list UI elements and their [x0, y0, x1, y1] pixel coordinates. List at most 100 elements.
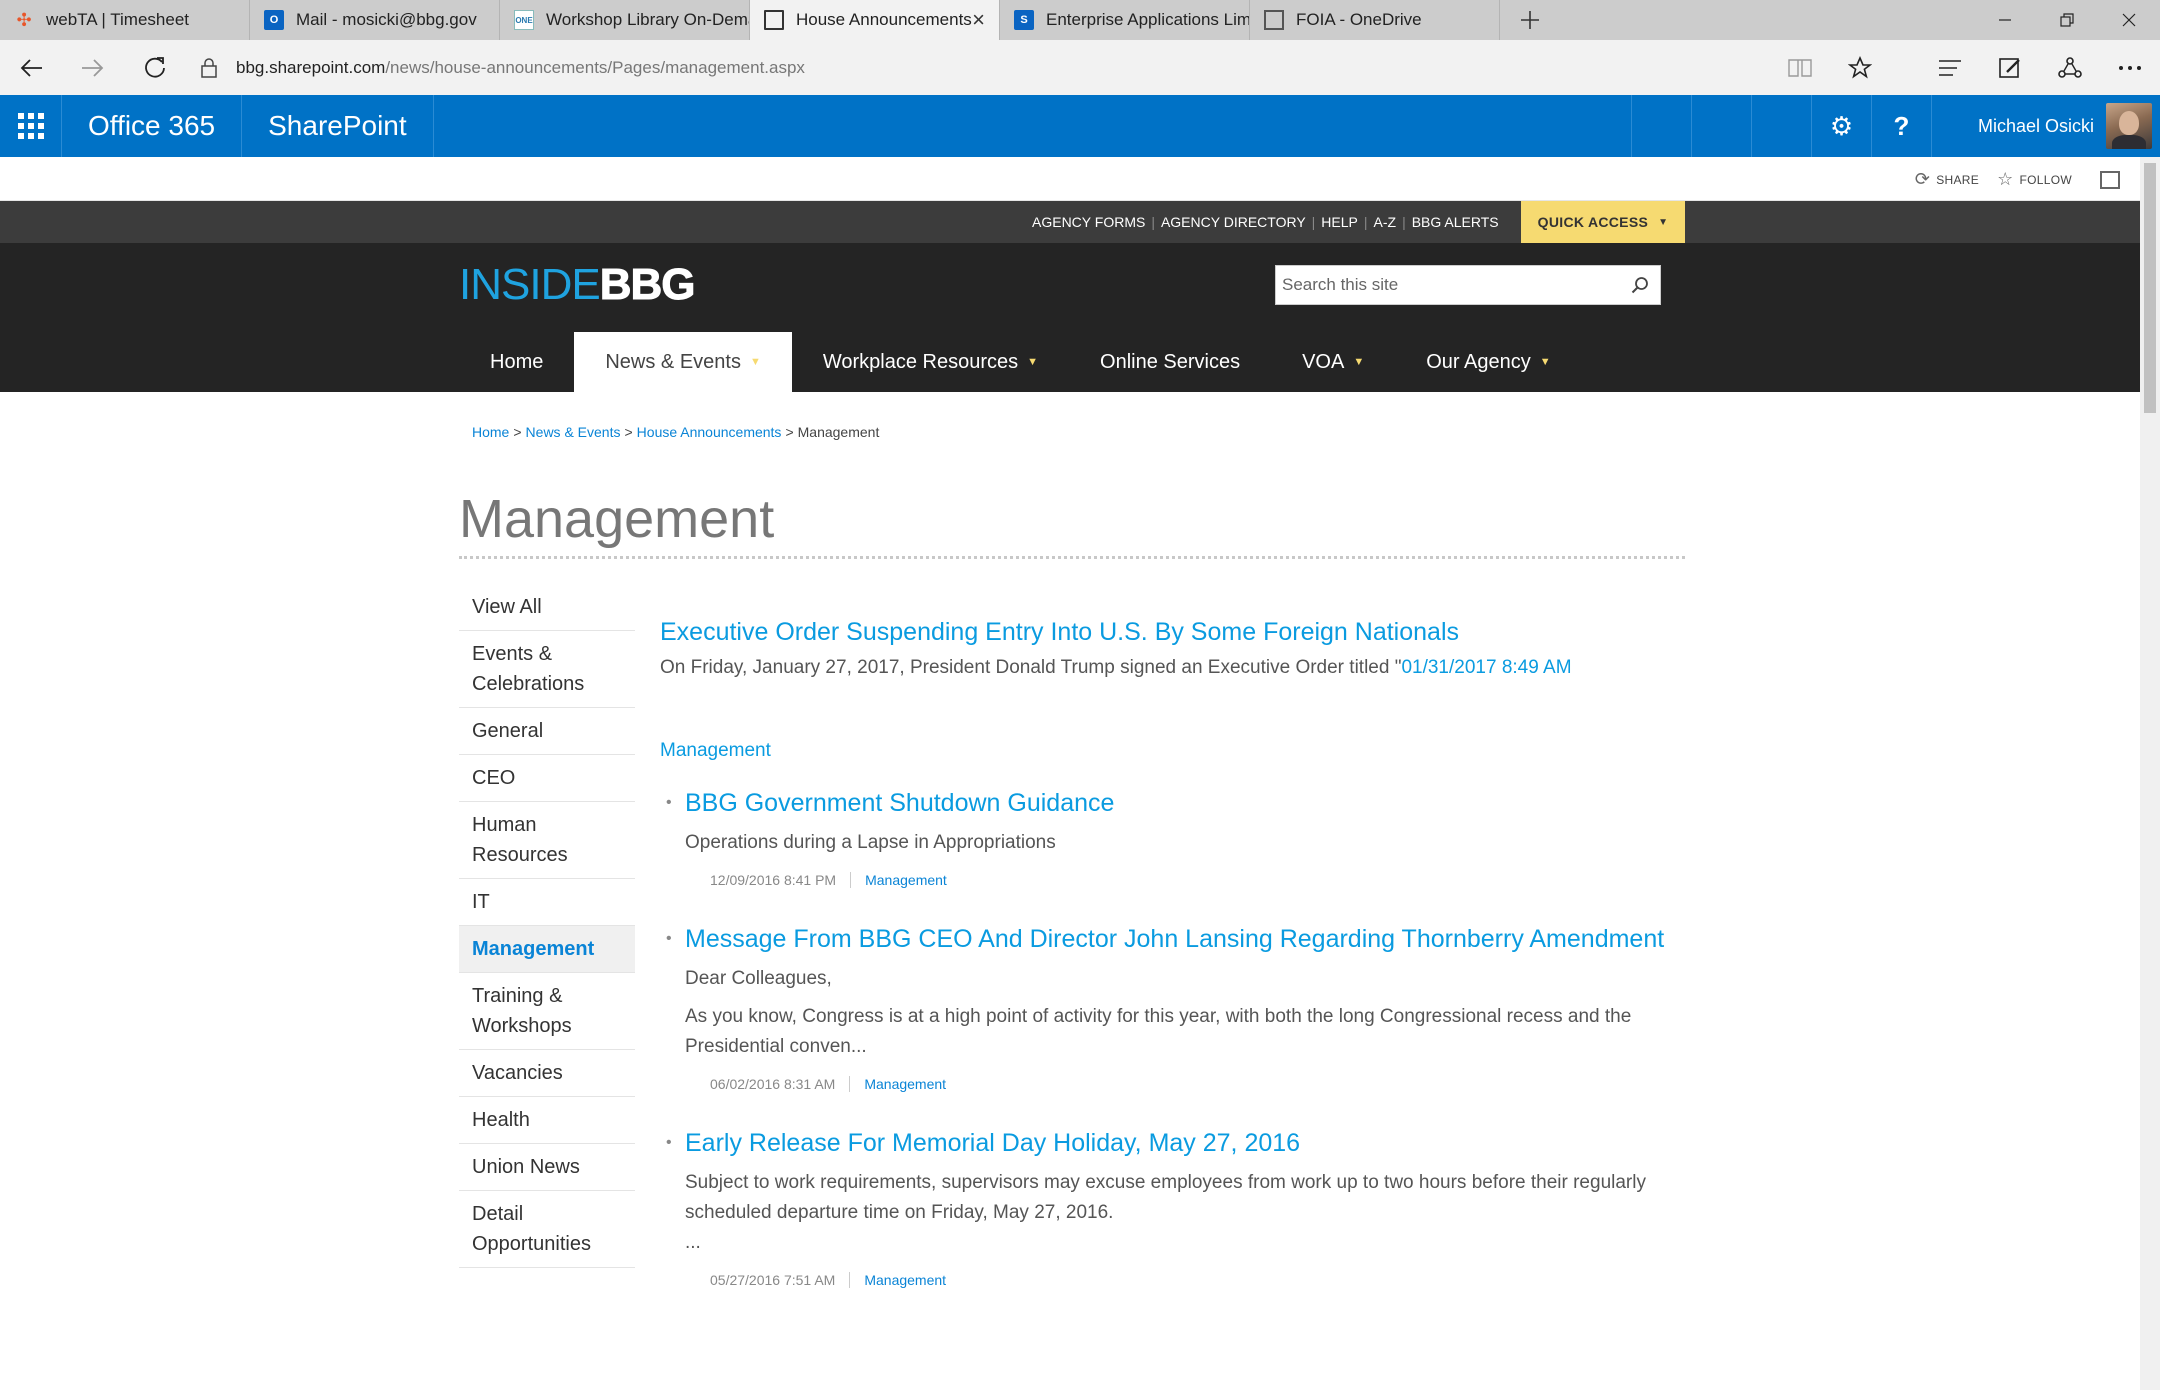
category-training-workshops[interactable]: Training & Workshops [459, 973, 635, 1050]
lock-icon[interactable] [186, 40, 232, 95]
settings-button[interactable]: ⚙ [1810, 95, 1871, 157]
user-menu[interactable]: Michael Osicki [1930, 95, 2160, 157]
hub-button[interactable] [1920, 40, 1980, 95]
webta-icon: ✣ [16, 9, 32, 30]
search-button[interactable] [1620, 266, 1660, 304]
nav-label: Home [490, 350, 544, 373]
minimize-icon [1999, 19, 2011, 21]
focus-on-content-icon[interactable] [2100, 170, 2120, 189]
inside-bbg-logo[interactable]: INSIDEBBG [459, 260, 696, 310]
nav-workplace-resources[interactable]: Workplace Resources ▼ [792, 332, 1069, 392]
scrollbar-thumb[interactable] [2144, 163, 2156, 413]
refresh-button[interactable] [124, 40, 186, 95]
page-actions-bar: ⟳ SHARE ☆ FOLLOW [0, 157, 2140, 201]
follow-button[interactable]: ☆ FOLLOW [1997, 169, 2072, 190]
category-ceo[interactable]: CEO [459, 755, 635, 802]
nav-online-services[interactable]: Online Services [1069, 332, 1271, 392]
nav-home[interactable]: Home [459, 332, 574, 392]
back-button[interactable] [0, 40, 62, 95]
share-button[interactable]: ⟳ SHARE [1915, 169, 1979, 190]
article-category-link[interactable]: Management [865, 872, 947, 888]
agency-forms-link[interactable]: AGENCY FORMS [1032, 214, 1145, 230]
book-icon [1788, 58, 1812, 77]
tab-mail[interactable]: O Mail - mosicki@bbg.gov [250, 0, 500, 40]
tab-title: Enterprise Applications Limi [1046, 10, 1249, 29]
category-vacancies[interactable]: Vacancies [459, 1050, 635, 1097]
nav-our-agency[interactable]: Our Agency ▼ [1395, 332, 1581, 392]
search-input[interactable] [1276, 266, 1620, 304]
sharepoint-icon: S [1014, 10, 1034, 30]
featured-article-summary: On Friday, January 27, 2017, President D… [660, 657, 1700, 679]
category-view-all[interactable]: View All [459, 584, 635, 631]
tab-house-announcements[interactable]: House Announcements × [750, 0, 1000, 40]
breadcrumb-home[interactable]: Home [472, 424, 509, 440]
category-union-news[interactable]: Union News [459, 1144, 635, 1191]
nav-news-events[interactable]: News & Events ▼ [574, 332, 792, 392]
category-human-resources[interactable]: Human Resources [459, 802, 635, 879]
article-category-link[interactable]: Management [864, 1076, 946, 1092]
share-icon: ⟳ [1914, 169, 1931, 189]
quick-access-button[interactable]: QUICK ACCESS ▼ [1521, 201, 1685, 243]
article-meta: 06/02/2016 8:31 AM Management [710, 1076, 1666, 1092]
article-title[interactable]: Early Release For Memorial Day Holiday, … [685, 1128, 1666, 1158]
minimize-button[interactable] [1974, 0, 2036, 40]
agency-directory-link[interactable]: AGENCY DIRECTORY [1161, 214, 1306, 230]
breadcrumb-separator: > [513, 424, 522, 440]
tab-foia-onedrive[interactable]: FOIA - OneDrive [1250, 0, 1500, 40]
article-meta: 05/27/2016 7:51 AM Management [710, 1272, 1666, 1288]
category-health[interactable]: Health [459, 1097, 635, 1144]
page-scrollbar[interactable] [2140, 157, 2160, 1390]
reading-view-button[interactable] [1770, 40, 1830, 95]
article-title[interactable]: BBG Government Shutdown Guidance [685, 788, 1666, 818]
favorite-button[interactable] [1830, 40, 1890, 95]
category-events-celebrations[interactable]: Events & Celebrations [459, 631, 635, 708]
article-category-link[interactable]: Management [864, 1272, 946, 1288]
tab-webta[interactable]: ✣ webTA | Timesheet [0, 0, 250, 40]
article-title[interactable]: Message From BBG CEO And Director John L… [685, 924, 1666, 954]
tab-title: webTA | Timesheet [46, 10, 189, 29]
tab-title: Mail - mosicki@bbg.gov [296, 10, 477, 29]
sharepoint-link[interactable]: SharePoint [242, 95, 434, 157]
category-detail-opportunities[interactable]: Detail Opportunities [459, 1191, 635, 1268]
utility-separator: | [1363, 214, 1368, 230]
new-tab-button[interactable] [1500, 0, 1560, 40]
breadcrumb-separator: > [785, 424, 794, 440]
meta-separator [849, 1076, 851, 1092]
article-date: 12/09/2016 8:41 PM [710, 872, 837, 888]
help-button[interactable]: ? [1870, 95, 1931, 157]
help-link[interactable]: HELP [1321, 214, 1358, 230]
category-management[interactable]: Management [459, 926, 635, 973]
tab-workshop-library[interactable]: ONE Workshop Library On-Dema [500, 0, 750, 40]
close-window-button[interactable] [2098, 0, 2160, 40]
bbg-alerts-link[interactable]: BBG ALERTS [1412, 214, 1499, 230]
app-launcher-icon[interactable] [0, 95, 62, 157]
top-navigation: Home News & Events ▼ Workplace Resources ▼… [459, 332, 1582, 392]
tab-enterprise-applications[interactable]: S Enterprise Applications Limi [1000, 0, 1250, 40]
more-button[interactable] [2100, 40, 2160, 95]
web-note-button[interactable] [1980, 40, 2040, 95]
category-general[interactable]: General [459, 708, 635, 755]
featured-article-title[interactable]: Executive Order Suspending Entry Into U.… [660, 618, 1700, 647]
featured-article-desc: On Friday, January 27, 2017, President D… [660, 657, 1402, 678]
url-field[interactable]: bbg.sharepoint.com/news/house-announceme… [236, 58, 805, 78]
caret-down-icon: ▼ [749, 356, 761, 368]
forward-button[interactable] [62, 40, 124, 95]
browser-toolbar [1770, 40, 2160, 95]
nav-label: Workplace Resources [822, 350, 1019, 373]
share-icon [2058, 56, 2082, 78]
breadcrumb-house-announcements[interactable]: House Announcements [637, 424, 782, 440]
breadcrumb-news-events[interactable]: News & Events [526, 424, 621, 440]
article-date: 06/02/2016 8:31 AM [710, 1076, 836, 1092]
category-it[interactable]: IT [459, 879, 635, 926]
share-browser-button[interactable] [2040, 40, 2100, 95]
featured-article: Executive Order Suspending Entry Into U.… [660, 618, 1700, 679]
url-host: bbg.sharepoint.com [236, 57, 386, 77]
close-tab-icon[interactable]: × [972, 7, 985, 33]
nav-voa[interactable]: VOA ▼ [1271, 332, 1395, 392]
star-icon: ☆ [1997, 169, 2014, 189]
article-summary: Operations during a Lapse in Appropriati… [685, 828, 1666, 858]
office-365-link[interactable]: Office 365 [62, 95, 243, 157]
restore-button[interactable] [2036, 0, 2098, 40]
list-item: • Message From BBG CEO And Director John… [666, 924, 1666, 1092]
a-z-link[interactable]: A-Z [1374, 214, 1397, 230]
